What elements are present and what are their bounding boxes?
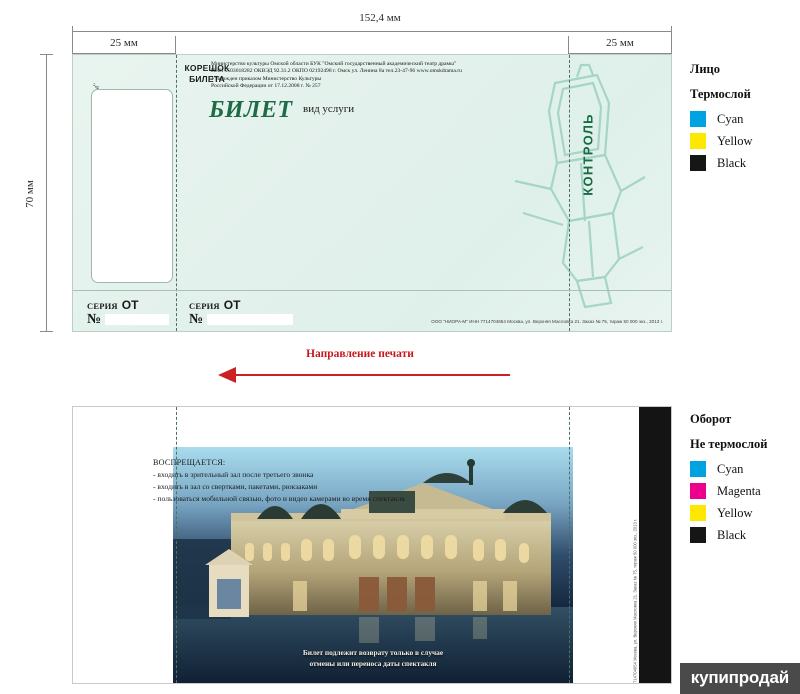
back-printer-note: ООО "НИОРА-М" ИНН 7714704654 Москва, ул.… [632,518,638,684]
legend-back-title: Оборот [690,412,732,426]
width-dimension-label: 152,4 мм [359,12,401,24]
back-perforation-line-left [176,407,177,683]
print-direction-arrow-head-icon [218,367,236,383]
refund-note-line2: отмены или переноса даты спектакля [309,658,437,668]
swatch-cyan-icon [690,111,706,127]
prohibitions-header: ВОСПРЕЩАЕТСЯ: [153,458,226,467]
legend-back-label-cyan: Cyan [717,461,744,476]
swatch-yellow-icon [690,505,706,521]
legend-front-title: Лицо [690,62,720,76]
stub-left-dimension-label: 25 мм [110,37,138,49]
legend-back-swatch-yellow: Yellow [690,505,767,521]
stub-left-tick-a [72,36,73,54]
refund-note: Билет подлежит возврату только в случае … [203,647,543,669]
legend-front-label-yellow: Yellow [717,133,753,148]
legend-back-swatch-black: Black [690,527,767,543]
height-dimension-tick-top [40,54,53,55]
swatch-yellow-icon [690,133,706,149]
back-perforation-line-right [569,407,570,683]
prohibitions-block: ВОСПРЕЩАЕТСЯ: - входить в зрительный зал… [153,457,483,504]
print-direction-label: Направление печати [306,348,414,360]
print-direction-indicator: Направление печати [210,348,510,392]
legend-back-subtitle: Не термослой [690,437,768,451]
legend-back-label-black: Black [717,527,747,542]
stub-number-symbol: № [87,312,102,327]
black-thermal-strip [639,407,671,683]
org-line-4: Российской Федерации от 17.12.2008 г. № … [211,83,321,90]
legend-back: Оборот Не термослой Cyan Magenta Yellow … [690,412,767,549]
legend-back-swatch-magenta: Magenta [690,483,767,499]
swatch-black-icon [690,527,706,543]
org-line-1: Министерство культуры Омской области БУК… [211,61,457,67]
prohibition-item-3: - пользоваться мобильной связью, фото и … [153,493,405,503]
service-type-label: вид услуги [303,103,355,115]
legend-back-label-yellow: Yellow [717,505,753,520]
stub-left-tick-b [175,36,176,54]
legend-front-label-cyan: Cyan [717,111,744,126]
legend-front-swatch-black: Black [690,155,753,171]
org-line-2: ИНН 5503018282 ОКВЭД 92.31.2 ОКПО 021924… [211,68,462,75]
legend-front-swatch-yellow: Yellow [690,133,753,149]
serial-row: СЕРИЯ ОТ № СЕРИЯ ОТ № ООО "НИОРА-М" ИНН … [73,290,671,331]
width-dimension-line [72,31,672,32]
main-number-block: № [189,310,294,328]
stub-write-area [91,89,173,283]
stub-right-tick-a [568,36,569,54]
control-label: КОНТРОЛЬ [580,113,596,196]
ticket-title: БИЛЕТ [209,97,293,123]
prohibition-item-1: - входить в зрительный зал после третьег… [153,470,314,480]
prohibition-item-2: - входить в зал со свертками, пакетами, … [153,482,318,491]
lamp-artwork-icon [514,63,646,309]
refund-note-line1: Билет подлежит возврату только в случае [302,647,444,657]
stub-number-field[interactable] [105,313,170,325]
height-dimension-label: 70 мм [24,180,36,208]
legend-back-label-magenta: Magenta [717,483,761,498]
stub-right-tick-b [671,36,672,54]
main-number-field[interactable] [207,313,294,325]
stub-right-dimension-label: 25 мм [606,37,634,49]
watermark-badge: купипродай [679,663,800,694]
ticket-front: БУК "Омский государственный академически… [72,54,672,332]
swatch-black-icon [690,155,706,171]
swatch-cyan-icon [690,461,706,477]
legend-front-swatch-cyan: Cyan [690,111,753,127]
height-dimension-tick-bottom [40,331,53,332]
ticket-back: Билет подлежит возврату только в случае … [72,406,672,684]
legend-back-swatch-cyan: Cyan [690,461,767,477]
height-dimension-line [46,54,47,332]
main-number-symbol: № [189,312,204,327]
stub-number-block: № [87,310,170,328]
swatch-magenta-icon [690,483,706,499]
organization-info-block: Министерство культуры Омской области БУК… [211,61,571,91]
front-printer-note: ООО "НИОРА-М" ИНН 7714704654 Москва, ул.… [431,319,663,324]
legend-front: Лицо Термослой Cyan Yellow Black [690,62,753,177]
print-direction-arrow-line [234,374,510,376]
legend-front-subtitle: Термослой [690,87,751,101]
legend-front-label-black: Black [717,155,747,170]
